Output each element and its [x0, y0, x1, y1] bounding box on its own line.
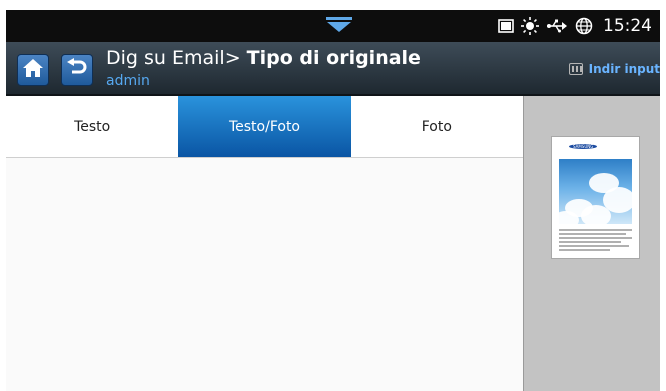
user-label: admin — [106, 73, 150, 89]
content-area: Testo Testo/Foto Foto — [6, 96, 523, 391]
page-title: Dig su Email> Tipo di originale — [106, 47, 421, 69]
home-button[interactable] — [17, 54, 49, 86]
original-type-tabs: Testo Testo/Foto Foto — [6, 96, 523, 158]
status-bar: 15:24 — [6, 10, 660, 42]
title-prefix: Dig su Email> — [106, 47, 247, 69]
title-main: Tipo di originale — [246, 47, 421, 69]
tab-foto[interactable]: Foto — [351, 96, 523, 157]
keyboard-icon — [568, 63, 583, 75]
pulldown-arrow-icon[interactable] — [324, 16, 354, 34]
usb-icon — [546, 19, 568, 33]
back-icon — [66, 58, 88, 82]
tab-testo[interactable]: Testo — [6, 96, 178, 157]
app-header: Dig su Email> Tipo di originale admin In… — [6, 42, 660, 96]
tab-testo-foto[interactable]: Testo/Foto — [178, 96, 351, 157]
preview-pane: SAMSUNG — [523, 96, 660, 391]
home-icon — [22, 58, 44, 82]
hide-input-label: Indir input — [588, 62, 660, 76]
brightness-icon — [521, 17, 539, 35]
document-preview: SAMSUNG — [551, 136, 640, 259]
sky-photo — [559, 159, 632, 224]
back-button[interactable] — [61, 54, 93, 86]
hide-input-button[interactable]: Indir input — [568, 62, 660, 76]
document-text-lines — [559, 229, 632, 253]
brand-logo: SAMSUNG — [569, 144, 598, 149]
status-clock: 15:24 — [603, 16, 652, 36]
screen-icon — [498, 19, 514, 33]
globe-icon — [575, 17, 593, 35]
device-screen: 15:24 Dig su Email> Tipo di originale ad… — [6, 10, 660, 391]
